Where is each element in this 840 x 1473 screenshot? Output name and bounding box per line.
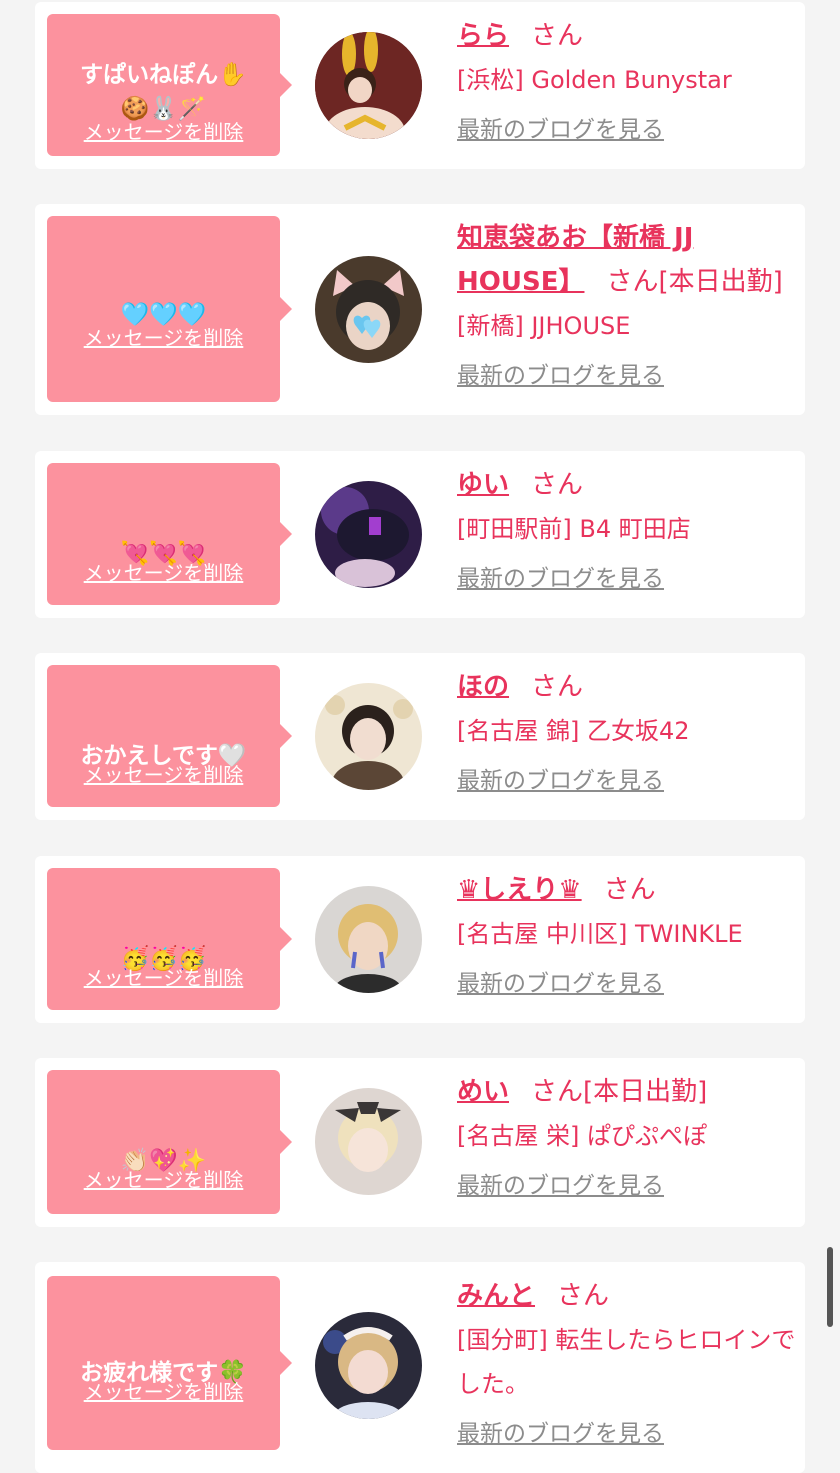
latest-blog-link[interactable]: 最新のブログを見る (457, 763, 797, 799)
delete-message-link[interactable]: メッセージを削除 (47, 1164, 280, 1193)
message-text: すぱいねぽん✋ 🍪🐰🪄 (80, 62, 247, 122)
message-card: 💘💘💘 メッセージを削除 ゆい さん [町田駅前] B4 町田店 最新のブログを見… (35, 451, 805, 618)
avatar[interactable] (315, 1312, 422, 1419)
message-card: 🩵🩵🩵 メッセージを削除 知恵袋あお【新橋 JJ HOUSE】 さん[本日出勤] … (35, 204, 805, 415)
san-label: さん (531, 672, 584, 702)
san-label: さん (531, 1077, 584, 1107)
message-bubble: 👏🏻💖✨ メッセージを削除 (47, 1070, 292, 1214)
avatar[interactable] (315, 481, 422, 588)
message-card: おかえしです🤍 メッセージを削除 ほの さん [名古屋 錦] 乙女坂42 最新のブ… (35, 653, 805, 820)
shop-label: [町田駅前] B4 町田店 (457, 515, 691, 543)
name-link[interactable]: めい (457, 1077, 509, 1107)
delete-message-link[interactable]: メッセージを削除 (47, 322, 280, 351)
san-label: さん (531, 21, 584, 51)
avatar[interactable] (315, 32, 422, 139)
working-today-tag: [本日出勤] (658, 267, 783, 297)
shop-label: [名古屋 栄] ぱぴぷぺぽ (457, 1122, 707, 1150)
message-card: お疲れ様です🍀 メッセージを削除 みんと さん [国分町] 転生したらヒロインでし… (35, 1262, 805, 1473)
working-today-tag: [本日出勤] (583, 1077, 708, 1107)
scrollbar[interactable] (827, 1247, 833, 1327)
message-card: 👏🏻💖✨ メッセージを削除 めい さん[本日出勤] [名古屋 栄] ぱぴぷぺぽ 最… (35, 1058, 805, 1227)
delete-message-link[interactable]: メッセージを削除 (47, 759, 280, 788)
message-bubble: お疲れ様です🍀 メッセージを削除 (47, 1276, 292, 1450)
delete-message-link[interactable]: メッセージを削除 (47, 116, 280, 145)
message-bubble: 🩵🩵🩵 メッセージを削除 (47, 216, 292, 402)
avatar[interactable] (315, 886, 422, 993)
message-bubble: おかえしです🤍 メッセージを削除 (47, 665, 292, 807)
san-label: さん (531, 470, 584, 500)
profile-info: らら さん [浜松] Golden Bunystar 最新のブログを見る (457, 14, 797, 148)
avatar[interactable] (315, 256, 422, 363)
name-link[interactable]: みんと (457, 1281, 535, 1311)
latest-blog-link[interactable]: 最新のブログを見る (457, 966, 797, 1002)
name-link[interactable]: ほの (457, 672, 509, 702)
profile-info: 知恵袋あお【新橋 JJ HOUSE】 さん[本日出勤] [新橋] JJHOUSE … (457, 216, 797, 394)
latest-blog-link[interactable]: 最新のブログを見る (457, 112, 797, 148)
message-bubble: 🥳🥳🥳 メッセージを削除 (47, 868, 292, 1010)
profile-info: ♛しえり♛ さん [名古屋 中川区] TWINKLE 最新のブログを見る (457, 868, 797, 1002)
message-bubble: 💘💘💘 メッセージを削除 (47, 463, 292, 605)
name-link[interactable]: ゆい (457, 470, 509, 500)
delete-message-link[interactable]: メッセージを削除 (47, 557, 280, 586)
san-label: さん (606, 267, 659, 297)
latest-blog-link[interactable]: 最新のブログを見る (457, 561, 797, 597)
profile-info: ほの さん [名古屋 錦] 乙女坂42 最新のブログを見る (457, 665, 797, 799)
avatar[interactable] (315, 1088, 422, 1195)
latest-blog-link[interactable]: 最新のブログを見る (457, 1416, 797, 1452)
message-card: すぱいねぽん✋ 🍪🐰🪄 メッセージを削除 らら さん [浜松] Golden Bu… (35, 2, 805, 169)
profile-info: みんと さん [国分町] 転生したらヒロインでした。 最新のブログを見る (457, 1274, 797, 1452)
delete-message-link[interactable]: メッセージを削除 (47, 962, 280, 991)
shop-label: [国分町] 転生したらヒロインでした。 (457, 1326, 796, 1398)
shop-label: [名古屋 中川区] TWINKLE (457, 920, 743, 948)
message-card: 🥳🥳🥳 メッセージを削除 ♛しえり♛ さん [名古屋 中川区] TWINKLE 最… (35, 856, 805, 1023)
profile-info: めい さん[本日出勤] [名古屋 栄] ぱぴぷぺぽ 最新のブログを見る (457, 1070, 797, 1204)
san-label: さん (557, 1281, 610, 1311)
latest-blog-link[interactable]: 最新のブログを見る (457, 1168, 797, 1204)
name-link[interactable]: らら (457, 21, 509, 51)
delete-message-link[interactable]: メッセージを削除 (47, 1376, 280, 1405)
name-link[interactable]: ♛しえり♛ (457, 875, 582, 905)
avatar[interactable] (315, 683, 422, 790)
shop-label: [新橋] JJHOUSE (457, 312, 631, 340)
shop-label: [名古屋 錦] 乙女坂42 (457, 717, 690, 745)
san-label: さん (603, 875, 656, 905)
message-bubble: すぱいねぽん✋ 🍪🐰🪄 メッセージを削除 (47, 14, 292, 156)
shop-label: [浜松] Golden Bunystar (457, 66, 732, 94)
latest-blog-link[interactable]: 最新のブログを見る (457, 358, 797, 394)
profile-info: ゆい さん [町田駅前] B4 町田店 最新のブログを見る (457, 463, 797, 597)
